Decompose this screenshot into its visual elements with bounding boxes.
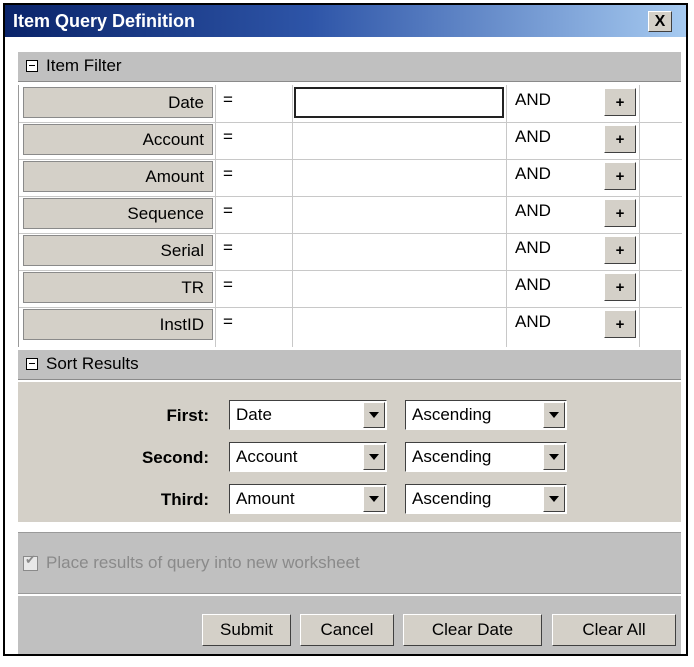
value-input-amount[interactable]: [294, 161, 504, 192]
collapse-icon[interactable]: [26, 60, 38, 72]
item-filter-header: Item Filter: [18, 52, 681, 82]
dropdown-arrow-icon[interactable]: [543, 486, 565, 512]
field-label-tr[interactable]: TR: [23, 272, 213, 303]
sort-label-second: Second:: [141, 448, 209, 467]
item-filter-label: Item Filter: [46, 56, 122, 75]
value-input-sequence[interactable]: [294, 198, 504, 229]
field-label-sequence[interactable]: Sequence: [23, 198, 213, 229]
sort-label-third: Third:: [160, 490, 209, 509]
sort-order-select-first[interactable]: Ascending: [405, 400, 567, 430]
options-panel: Place results of query into new workshee…: [18, 532, 681, 594]
new-worksheet-checkbox[interactable]: [23, 553, 38, 571]
add-condition-button[interactable]: +: [604, 125, 636, 153]
selected-value: Amount: [236, 489, 295, 508]
sort-results-panel: First: Date Ascending Second: Account As…: [18, 382, 681, 522]
field-label-account[interactable]: Account: [23, 124, 213, 155]
dropdown-arrow-icon[interactable]: [543, 444, 565, 470]
field-label-amount[interactable]: Amount: [23, 161, 213, 192]
sort-label-first: First:: [166, 406, 210, 425]
selected-value: Date: [236, 405, 272, 424]
left-gutter: [5, 37, 18, 654]
dropdown-arrow-icon[interactable]: [363, 444, 385, 470]
operator-text[interactable]: =: [223, 90, 233, 110]
operator-text[interactable]: =: [223, 201, 233, 221]
new-worksheet-label: Place results of query into new workshee…: [46, 553, 360, 572]
field-label-serial[interactable]: Serial: [23, 235, 213, 266]
conjunction-text[interactable]: AND: [515, 164, 551, 184]
filter-row-amount: Amount = AND +: [19, 159, 682, 196]
filter-row-tr: TR = AND +: [19, 270, 682, 307]
filter-row-serial: Serial = AND +: [19, 233, 682, 270]
clear-date-button[interactable]: Clear Date: [403, 614, 542, 646]
operator-text[interactable]: =: [223, 312, 233, 332]
collapse-icon[interactable]: [26, 358, 38, 370]
add-condition-button[interactable]: +: [604, 88, 636, 116]
sort-field-select-third[interactable]: Amount: [229, 484, 387, 514]
value-input-date[interactable]: [294, 87, 504, 118]
value-input-instid[interactable]: [294, 309, 504, 340]
filter-row-account: Account = AND +: [19, 122, 682, 159]
sort-field-select-second[interactable]: Account: [229, 442, 387, 472]
conjunction-text[interactable]: AND: [515, 312, 551, 332]
conjunction-text[interactable]: AND: [515, 90, 551, 110]
value-input-serial[interactable]: [294, 235, 504, 266]
dropdown-arrow-icon[interactable]: [363, 402, 385, 428]
selected-value: Ascending: [412, 405, 492, 424]
sort-results-header: Sort Results: [18, 350, 681, 380]
item-filter-grid: Date = AND + Account = AND + Amount = AN…: [18, 85, 682, 347]
button-bar: Submit Cancel Clear Date Clear All: [18, 596, 681, 654]
operator-text[interactable]: =: [223, 275, 233, 295]
window-title: Item Query Definition: [13, 11, 196, 31]
operator-text[interactable]: =: [223, 164, 233, 184]
value-input-account[interactable]: [294, 124, 504, 155]
conjunction-text[interactable]: AND: [515, 275, 551, 295]
operator-text[interactable]: =: [223, 127, 233, 147]
conjunction-text[interactable]: AND: [515, 127, 551, 147]
field-label-instid[interactable]: InstID: [23, 309, 213, 340]
selected-value: Account: [236, 447, 298, 466]
submit-button[interactable]: Submit: [202, 614, 291, 646]
field-label-date[interactable]: Date: [23, 87, 213, 118]
dropdown-arrow-icon[interactable]: [543, 402, 565, 428]
filter-row-instid: InstID = AND +: [19, 307, 682, 344]
value-input-tr[interactable]: [294, 272, 504, 303]
close-button[interactable]: X: [648, 11, 672, 32]
cancel-button[interactable]: Cancel: [300, 614, 394, 646]
operator-text[interactable]: =: [223, 238, 233, 258]
selected-value: Ascending: [412, 489, 492, 508]
filter-row-date: Date = AND +: [19, 85, 682, 122]
add-condition-button[interactable]: +: [604, 273, 636, 301]
conjunction-text[interactable]: AND: [515, 238, 551, 258]
sort-order-select-third[interactable]: Ascending: [405, 484, 567, 514]
sort-order-select-second[interactable]: Ascending: [405, 442, 567, 472]
selected-value: Ascending: [412, 447, 492, 466]
add-condition-button[interactable]: +: [604, 162, 636, 190]
add-condition-button[interactable]: +: [604, 236, 636, 264]
add-condition-button[interactable]: +: [604, 199, 636, 227]
filter-row-sequence: Sequence = AND +: [19, 196, 682, 233]
sort-results-label: Sort Results: [46, 354, 139, 373]
clear-all-button[interactable]: Clear All: [552, 614, 676, 646]
add-condition-button[interactable]: +: [604, 310, 636, 338]
dropdown-arrow-icon[interactable]: [363, 486, 385, 512]
conjunction-text[interactable]: AND: [515, 201, 551, 221]
sort-field-select-first[interactable]: Date: [229, 400, 387, 430]
